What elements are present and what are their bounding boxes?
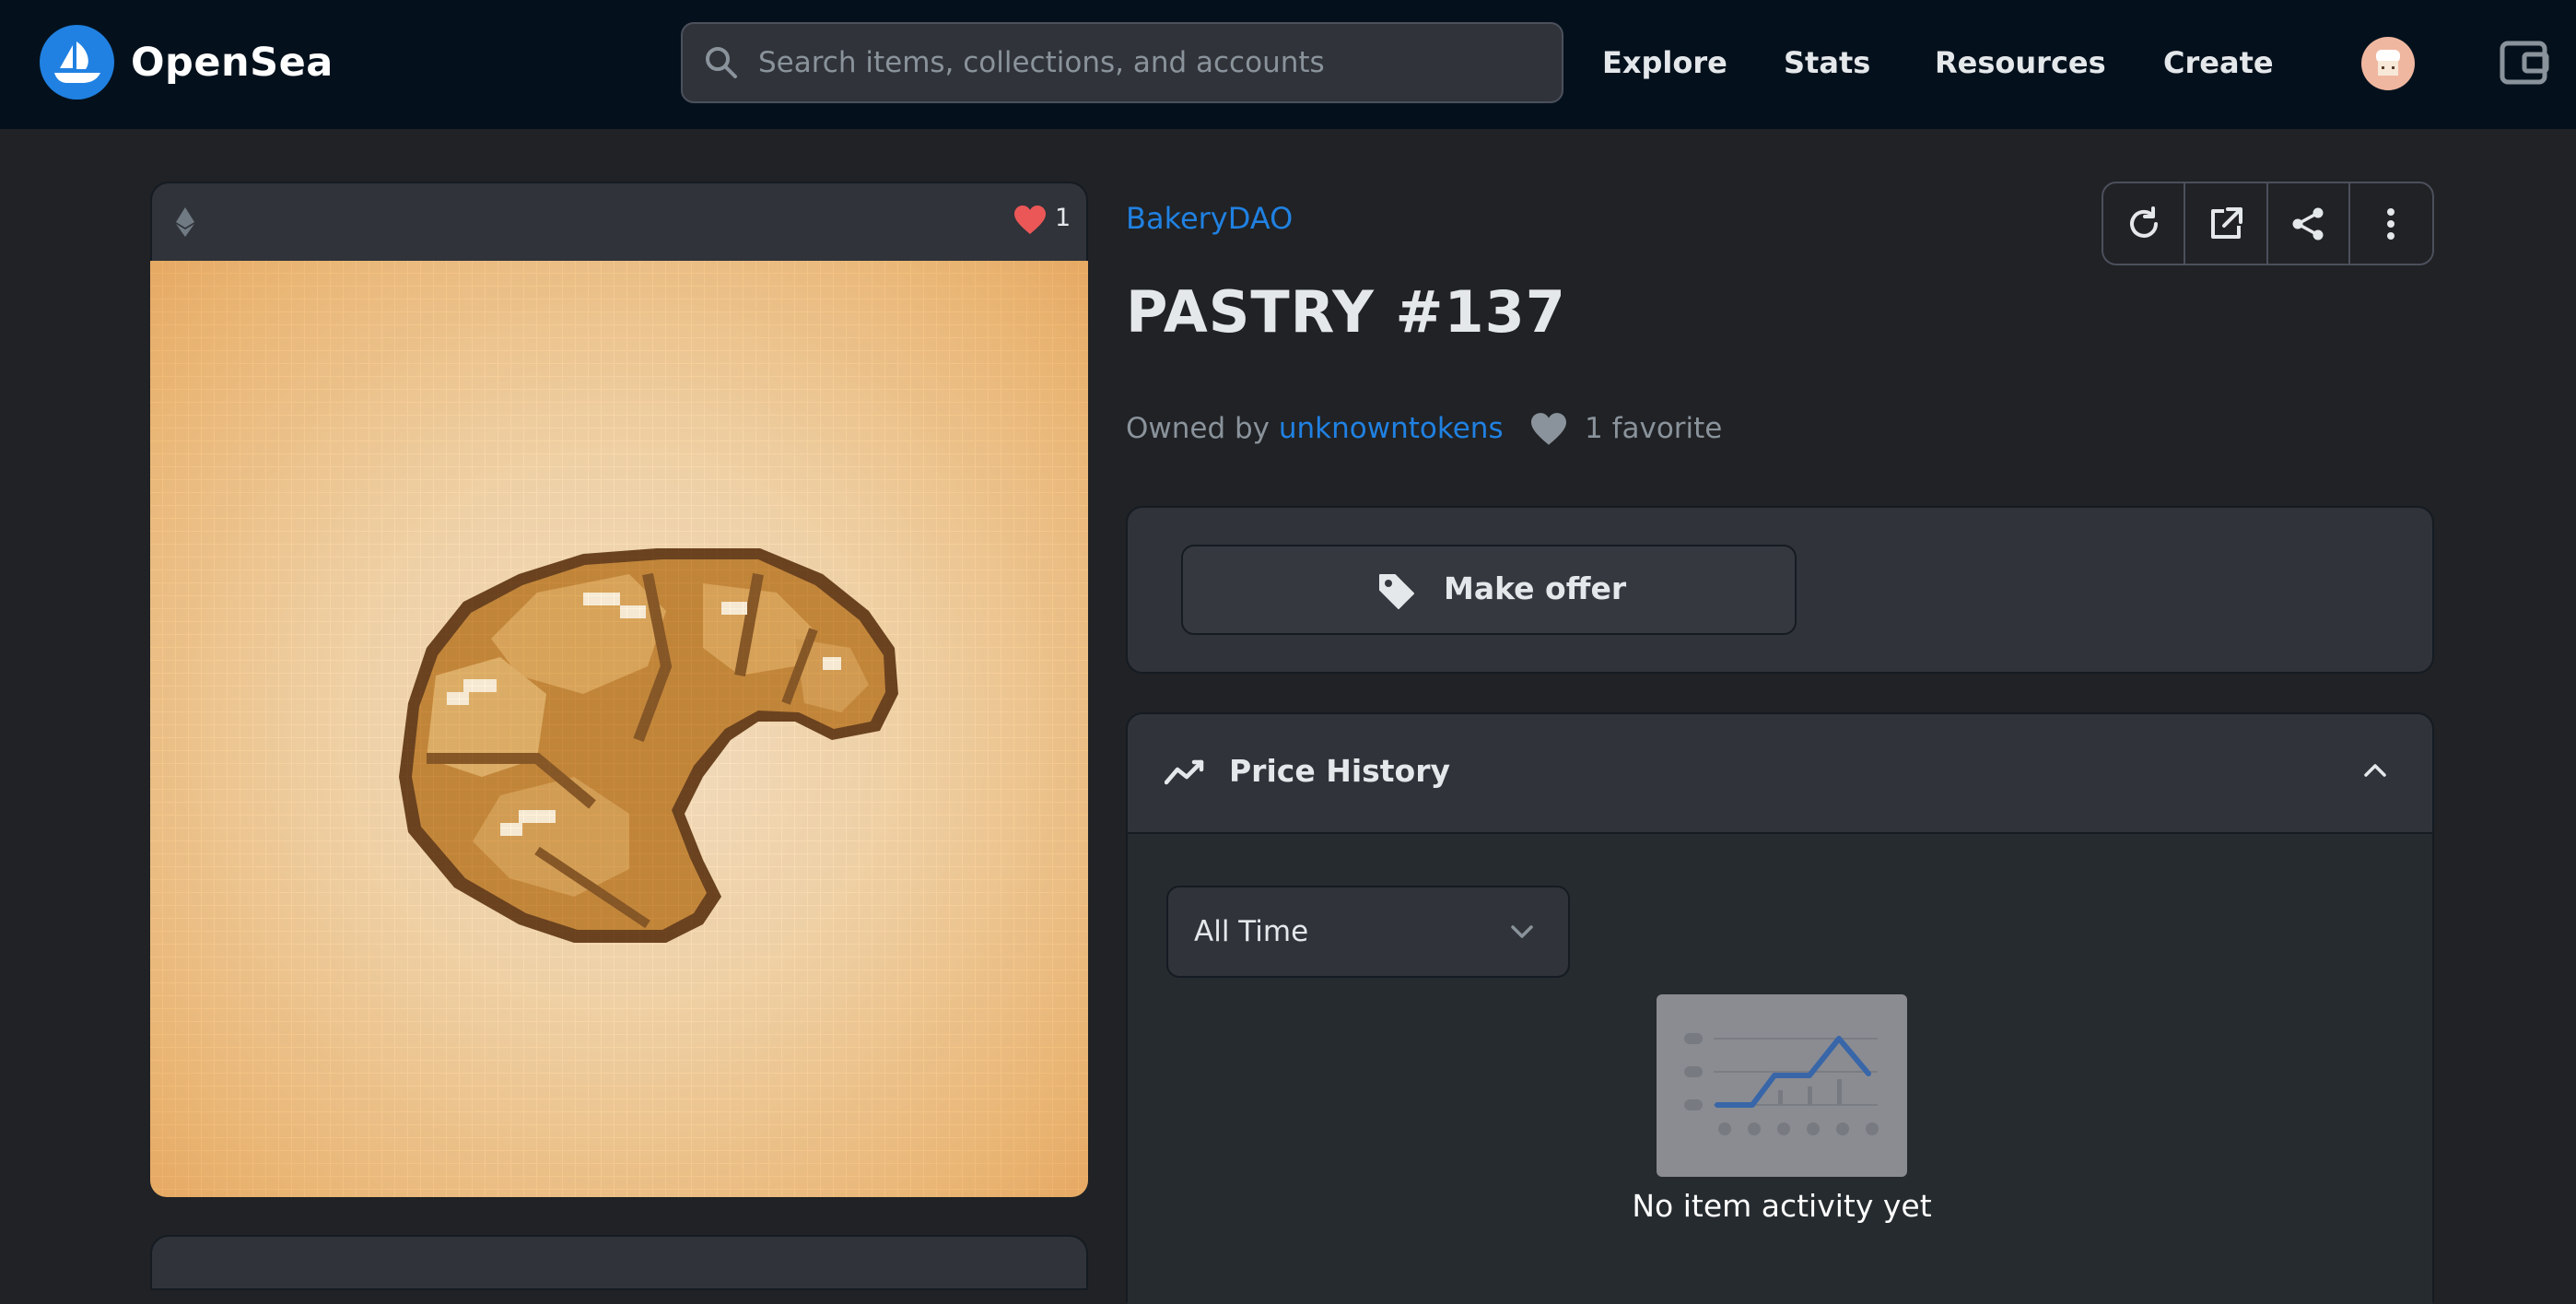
nav-create[interactable]: Create — [2163, 41, 2274, 85]
share-icon — [2292, 207, 2324, 240]
empty-chart-illustration — [1657, 994, 1907, 1177]
top-navigation: OpenSea Explore Stats Resources Create — [0, 0, 2576, 129]
refresh-icon — [2129, 206, 2158, 238]
item-actions-toolbar — [2102, 182, 2434, 265]
price-history-body: All Time No item activity yet — [1128, 834, 2432, 1304]
owner-line: Owned by unknowntokens — [1126, 412, 1504, 445]
make-offer-button[interactable]: Make offer — [1181, 545, 1797, 635]
heart-icon[interactable] — [1013, 205, 1047, 236]
make-offer-label: Make offer — [1444, 570, 1627, 606]
empty-state-message: No item activity yet — [1632, 1188, 1932, 1224]
profile-avatar[interactable] — [2361, 37, 2415, 90]
collection-link[interactable]: BakeryDAO — [1126, 201, 1293, 236]
price-history-header[interactable]: Price History — [1128, 714, 2432, 834]
chevron-up-icon[interactable] — [2362, 760, 2388, 779]
search-input[interactable] — [758, 24, 1551, 101]
item-card-header: 1 — [150, 182, 1088, 261]
more-options-button[interactable] — [2350, 183, 2432, 264]
nav-stats[interactable]: Stats — [1784, 41, 1870, 85]
trending-up-icon — [1165, 759, 1204, 785]
opensea-logo-icon[interactable] — [40, 25, 114, 100]
heart-icon — [1531, 413, 1566, 445]
croissant-image — [150, 261, 1088, 1197]
search-bar[interactable] — [681, 22, 1563, 103]
nav-explore[interactable]: Explore — [1602, 41, 1727, 85]
item-details-card — [150, 1235, 1088, 1290]
owner-link[interactable]: unknowntokens — [1279, 412, 1504, 445]
time-range-select[interactable]: All Time — [1166, 886, 1570, 978]
tag-icon — [1379, 574, 1414, 609]
wallet-icon[interactable] — [2499, 38, 2550, 91]
refresh-button[interactable] — [2103, 183, 2186, 264]
favorites-count-label: 1 favorite — [1585, 412, 1723, 445]
brand-name[interactable]: OpenSea — [131, 33, 334, 92]
external-link-icon — [2210, 206, 2242, 239]
search-icon — [706, 47, 737, 78]
price-history-panel: Price History All Time No item activity … — [1126, 712, 2434, 1304]
item-title: PASTRY #137 — [1126, 278, 1566, 346]
share-button[interactable] — [2268, 183, 2350, 264]
open-external-button[interactable] — [2185, 183, 2268, 264]
nft-image[interactable] — [150, 261, 1088, 1197]
owned-by-label: Owned by — [1126, 412, 1270, 445]
ethereum-icon — [176, 207, 194, 237]
nav-resources[interactable]: Resources — [1935, 41, 2106, 85]
price-history-title: Price History — [1229, 753, 1451, 789]
favorite-count: 1 — [1055, 204, 1071, 232]
time-range-value: All Time — [1194, 915, 1309, 948]
chevron-down-icon — [1511, 925, 1533, 938]
more-vertical-icon — [2387, 207, 2395, 240]
offer-panel: Make offer — [1126, 506, 2434, 674]
